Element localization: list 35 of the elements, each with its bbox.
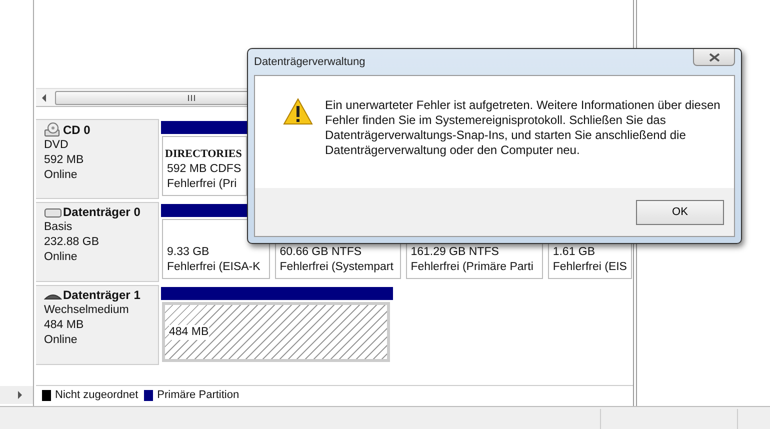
partition-info: 1.61 GB [552,245,596,260]
disk-size: 484 MB [44,318,85,333]
disk-name: Datenträger 0 [63,205,140,220]
disk-label-panel[interactable]: CD 0 DVD 592 MB Online [36,119,159,199]
disk-label-panel[interactable]: Datenträger 1 Wechselmedium 484 MB Online [36,285,159,365]
legend-label: Primäre Partition [157,389,240,401]
partition-info: Fehlerfrei (Pri [167,177,237,192]
partition-info: 60.66 GB NTFS [280,245,362,260]
disk-name: Datenträger 1 [63,288,140,303]
partition-info: Fehlerfrei (EIS [552,260,627,275]
disk-label-panel[interactable]: Datenträger 0 Basis 232.88 GB Online [36,202,159,282]
disk-type: Basis [44,220,74,235]
partition-info: Fehlerfrei (Primäre Parti [410,260,534,275]
partition-info: 161.29 GB NTFS [410,245,499,260]
partition-box[interactable]: 484 MB [162,302,390,362]
partition-info: Fehlerfrei (EISA-K [167,260,260,275]
partition-info: 592 MB CDFS [167,162,242,177]
disk-size: 232.88 GB [44,235,100,250]
disk-name: CD 0 [63,122,90,138]
disk-status: Online [44,250,78,265]
partition-box[interactable]: DIRECTORIES 592 MB CDFS Fehlerfrei (Pri [162,136,247,196]
disk-status: Online [44,168,78,183]
partition-box[interactable]: 9.33 GB Fehlerfrei (EISA-K [162,219,270,279]
disk-type: Wechselmedium [44,303,130,318]
partition-info: Fehlerfrei (Systempart [280,260,394,275]
partition-info: 9.33 GB [167,245,210,260]
disk-size: 592 MB [44,153,85,168]
disk-type: DVD [44,138,70,153]
volume-label: DIRECTORIES [165,147,242,162]
dialog-title: Datenträgerverwaltung [254,56,366,68]
legend-label: Nicht zugeordnet [55,389,138,401]
disk-status: Online [44,333,78,348]
error-message: Ein unerwarteter Fehler ist aufgetreten. Weitere Informationen über diesen Fehler finden Sie im Systemereignisprotokoll. Schließen Sie das Datenträgerverwaltungs-Snap-Ins, und starten Sie anschließend die Datenträgerverwaltung oder den Computer neu. [325,98,722,158]
ok-button[interactable]: OK [636,200,724,224]
partition-info: 484 MB [169,324,209,340]
